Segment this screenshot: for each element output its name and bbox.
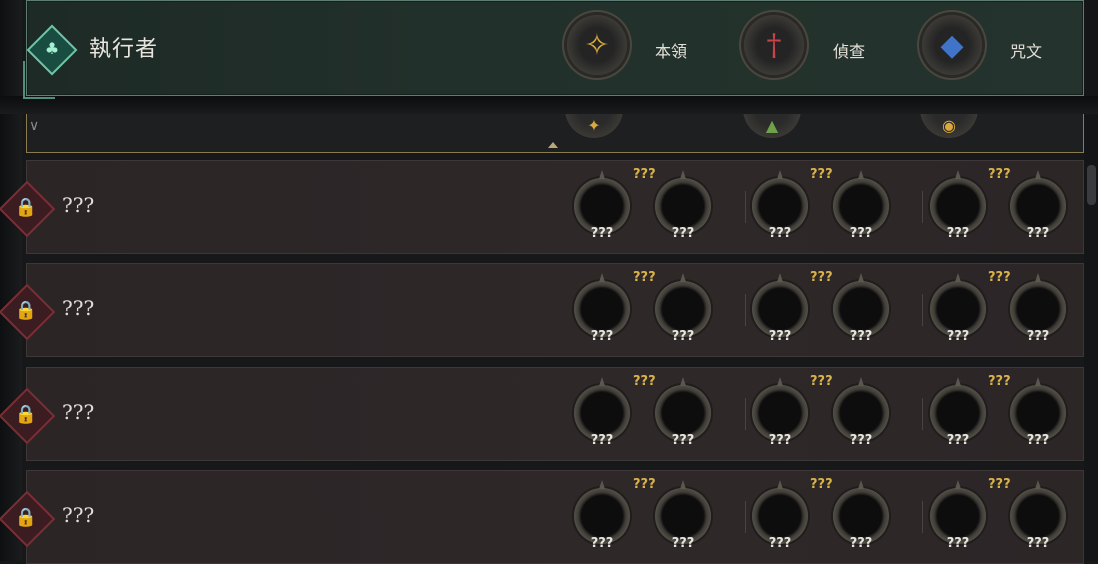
lock-icon: 🔒 <box>14 506 38 528</box>
slot-label: ??? <box>1026 433 1050 448</box>
slot-label: ??? <box>590 226 614 241</box>
group-divider <box>922 191 923 223</box>
group-divider <box>922 398 923 430</box>
slot-label: ??? <box>671 433 695 448</box>
class-name: 執行者 <box>89 37 159 62</box>
group-divider <box>745 294 746 326</box>
locked-row[interactable]: 🔒 ??? ??? ??? ??? ??? ??? ??? ??? ??? ??… <box>0 160 1084 254</box>
chevron-down-icon: ∨ <box>29 118 40 134</box>
slot-label: ??? <box>671 329 695 344</box>
locked-row[interactable]: 🔒 ??? ??? ??? ??? ??? ??? ??? ??? ??? ??… <box>0 263 1084 357</box>
stat-label-scout: 偵查 <box>833 42 866 61</box>
group-label: ??? <box>810 270 833 285</box>
leaf-emblem-icon: ♣ <box>44 38 60 58</box>
slot-label: ??? <box>1026 226 1050 241</box>
row-name: ??? <box>62 193 95 217</box>
group-divider <box>922 501 923 533</box>
group-divider <box>922 294 923 326</box>
slot-label: ??? <box>849 226 873 241</box>
previous-row-peek[interactable]: ∨ ✦ ▲ ◉ <box>26 114 1084 153</box>
group-label: ??? <box>633 270 656 285</box>
slot-label: ??? <box>768 536 792 551</box>
stat-label-spell: 咒文 <box>1010 42 1043 61</box>
locked-row[interactable]: 🔒 ??? ??? ??? ??? ??? ??? ??? ??? ??? ??… <box>0 367 1084 461</box>
group-label: ??? <box>633 477 656 492</box>
slot-label: ??? <box>849 433 873 448</box>
locked-row[interactable]: 🔒 ??? ??? ??? ??? ??? ??? ??? ??? ??? ??… <box>0 470 1084 564</box>
arrow-up-icon: ▲ <box>743 114 801 138</box>
slot-label: ??? <box>946 433 970 448</box>
winged-boot-icon: ✦ <box>565 114 623 138</box>
slot-label: ??? <box>849 536 873 551</box>
lock-icon: 🔒 <box>14 403 38 425</box>
caret-up-icon <box>548 142 558 148</box>
class-header: ♣ 執行者 ✧ 本領 † 偵查 ◆ 咒文 <box>23 0 1084 99</box>
group-label: ??? <box>633 374 656 389</box>
scrollbar-thumb[interactable] <box>1087 165 1096 205</box>
scrollbar[interactable] <box>1084 0 1098 561</box>
group-label: ??? <box>633 167 656 182</box>
lock-icon: 🔒 <box>14 299 38 321</box>
group-label: ??? <box>810 477 833 492</box>
stat-label-ability: 本領 <box>655 42 688 61</box>
group-label: ??? <box>988 374 1011 389</box>
group-label: ??? <box>988 167 1011 182</box>
group-divider <box>745 191 746 223</box>
slot-label: ??? <box>590 329 614 344</box>
group-label: ??? <box>988 477 1011 492</box>
gold-crest-icon: ◉ <box>920 114 978 138</box>
header-divider <box>0 96 1098 114</box>
slot-label: ??? <box>768 433 792 448</box>
row-name: ??? <box>62 296 95 320</box>
lock-icon: 🔒 <box>14 196 38 218</box>
slot-label: ??? <box>1026 536 1050 551</box>
slot-label: ??? <box>590 536 614 551</box>
group-label: ??? <box>988 270 1011 285</box>
slot-label: ??? <box>671 536 695 551</box>
slot-label: ??? <box>590 433 614 448</box>
group-label: ??? <box>810 374 833 389</box>
slot-label: ??? <box>768 226 792 241</box>
group-divider <box>745 398 746 430</box>
slot-label: ??? <box>946 226 970 241</box>
slot-label: ??? <box>946 536 970 551</box>
slot-label: ??? <box>768 329 792 344</box>
slot-label: ??? <box>849 329 873 344</box>
slot-label: ??? <box>1026 329 1050 344</box>
left-rail <box>0 0 22 561</box>
group-divider <box>745 501 746 533</box>
slot-label: ??? <box>671 226 695 241</box>
slot-label: ??? <box>946 329 970 344</box>
blue-crest-icon[interactable]: ◆ <box>922 15 982 75</box>
dagger-icon[interactable]: † <box>744 15 804 75</box>
row-name: ??? <box>62 400 95 424</box>
row-name: ??? <box>62 503 95 527</box>
winged-boot-icon[interactable]: ✧ <box>567 15 627 75</box>
group-label: ??? <box>810 167 833 182</box>
